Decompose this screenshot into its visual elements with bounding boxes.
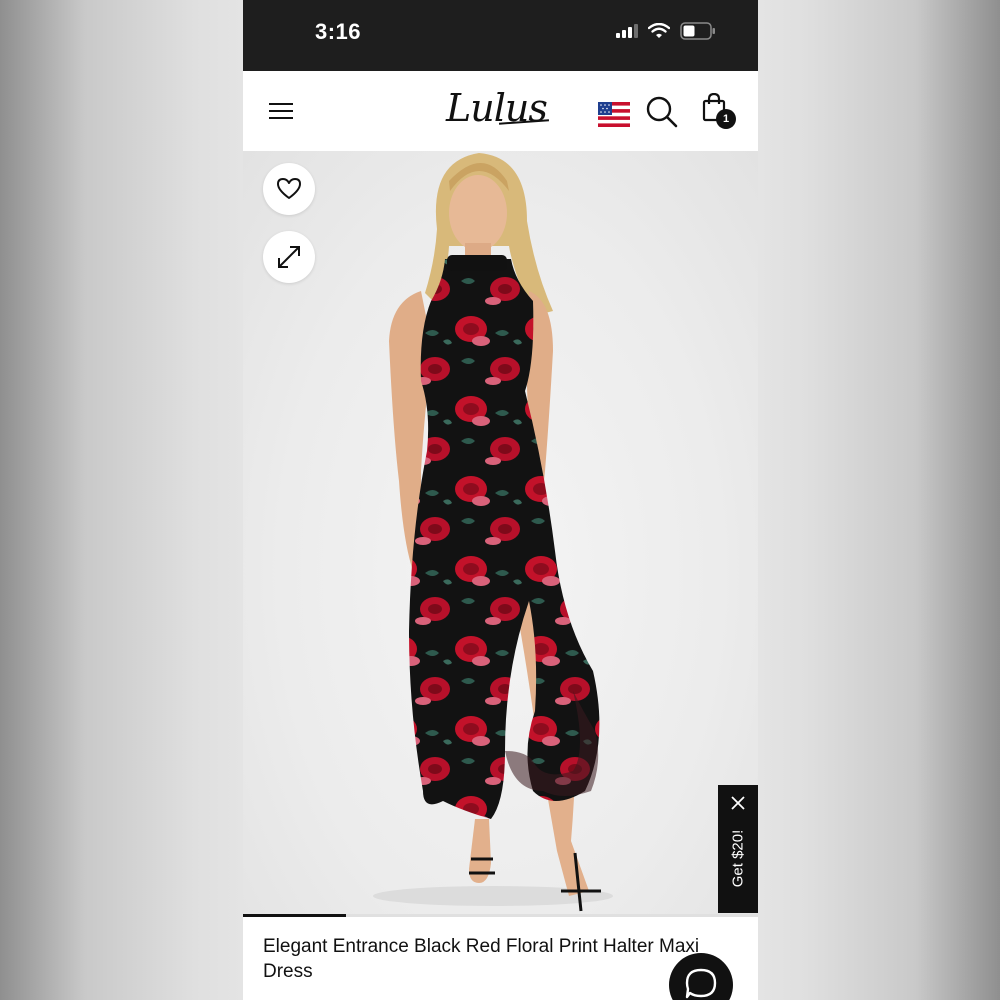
product-title: Elegant Entrance Black Red Floral Print … [263, 936, 700, 982]
background-left [0, 0, 243, 1000]
background-right [758, 0, 1000, 1000]
cart-count-badge: 1 [716, 109, 736, 129]
shopping-bag-button[interactable]: 1 [702, 93, 738, 133]
promo-label[interactable]: Get $20! [730, 809, 747, 909]
status-icons [616, 22, 716, 40]
phone-screen: 3:16 Lulus 1 Get $20! Elegant Entrance B… [243, 0, 758, 1000]
model-in-dress-illustration [373, 153, 613, 912]
hamburger-menu-icon[interactable] [267, 97, 297, 125]
expand-icon [278, 246, 300, 268]
status-bar: 3:16 [243, 0, 758, 71]
chat-bubble-icon [685, 968, 717, 999]
search-icon[interactable] [645, 95, 679, 129]
battery-icon [680, 22, 715, 40]
expand-image-button[interactable] [263, 231, 315, 283]
product-image[interactable] [243, 151, 758, 915]
us-flag-icon[interactable] [598, 102, 630, 127]
product-info: Elegant Entrance Black Red Floral Print … [243, 917, 758, 1000]
cellular-signal-icon [616, 24, 638, 38]
heart-icon [277, 178, 301, 199]
wishlist-button[interactable] [263, 163, 315, 215]
status-time: 3:16 [315, 19, 362, 44]
wifi-icon [648, 23, 670, 38]
top-navigation: Lulus 1 [243, 71, 758, 151]
brand-logo[interactable]: Lulus [446, 86, 548, 130]
promo-tab[interactable]: Get $20! [718, 785, 758, 913]
